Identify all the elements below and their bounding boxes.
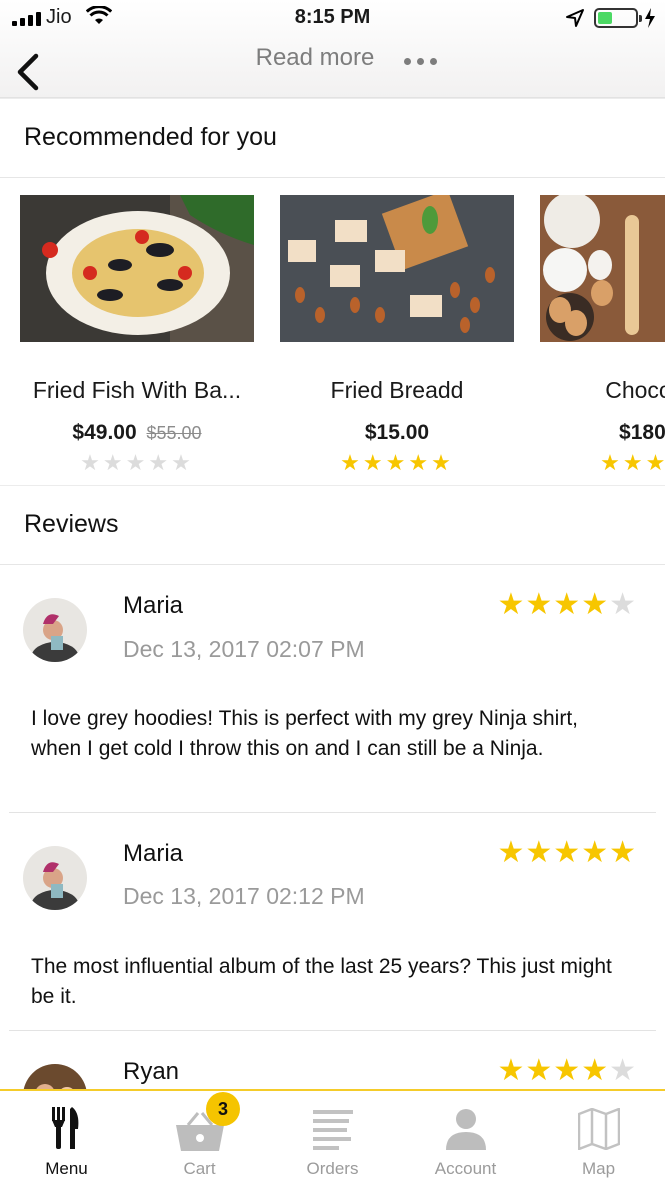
page-title: Read more xyxy=(255,44,375,71)
avatar xyxy=(23,598,87,662)
fork-knife-icon xyxy=(51,1107,78,1149)
review-rating: ★★★★★ xyxy=(497,835,637,870)
star-icon: ★ xyxy=(171,450,194,475)
star-icon: ★ xyxy=(385,450,409,475)
review-rating: ★★★★★ xyxy=(497,1053,637,1088)
reviews-header: Reviews xyxy=(0,485,665,565)
product-card[interactable]: Chocolate $180.00 ★★★★★ xyxy=(540,195,665,475)
avatar xyxy=(23,1064,87,1089)
product-card[interactable]: Fried Fish With Ba... $49.00 $55.00 ★★★★… xyxy=(20,195,254,475)
product-card[interactable]: Fried Breadd $15.00 ★★★★★ xyxy=(280,195,514,475)
star-icon: ★ xyxy=(609,588,637,621)
recommended-heading: Recommended for you xyxy=(24,123,277,151)
product-image-baking xyxy=(540,195,665,342)
tab-label: Account xyxy=(434,1159,497,1178)
star-icon: ★ xyxy=(553,836,582,869)
list-icon xyxy=(312,1110,353,1150)
map-icon xyxy=(577,1108,620,1150)
current-price: $49.00 xyxy=(72,421,137,444)
star-icon: ★ xyxy=(125,450,149,475)
star-icon: ★ xyxy=(497,588,526,621)
product-name: Fried Breadd xyxy=(330,377,464,403)
star-icon: ★ xyxy=(102,450,126,475)
review-rating: ★★★★★ xyxy=(497,587,637,622)
review-author: Ryan xyxy=(123,1058,180,1085)
tab-label: Orders xyxy=(306,1159,359,1178)
reviews-heading: Reviews xyxy=(24,510,119,538)
review-text: The most influential album of the last 2… xyxy=(31,955,612,1008)
star-icon: ★ xyxy=(600,450,623,475)
review-author: Maria xyxy=(123,592,184,619)
star-icon: ★ xyxy=(622,450,646,475)
battery-icon xyxy=(594,8,642,28)
review-author: Maria xyxy=(123,840,184,867)
review-item: Ryan ★★★★★ xyxy=(0,1031,665,1089)
current-price: $15.00 xyxy=(364,421,430,444)
star-icon: ★ xyxy=(553,588,582,621)
tab-map[interactable]: Map xyxy=(532,1091,665,1182)
status-bar: Jio 8:15 PM xyxy=(0,0,665,36)
star-icon: ★ xyxy=(340,450,363,475)
review-item: Maria Dec 13, 2017 02:12 PM ★★★★★ The mo… xyxy=(0,813,665,1030)
star-icon: ★ xyxy=(408,450,432,475)
review-date: Dec 13, 2017 02:07 PM xyxy=(123,636,365,662)
star-icon: ★ xyxy=(431,450,454,475)
star-icon: ★ xyxy=(581,588,610,621)
product-price: $49.00 $55.00 xyxy=(20,421,254,445)
star-icon: ★ xyxy=(497,1054,526,1087)
location-arrow-icon xyxy=(566,9,584,27)
old-price: $55.00 xyxy=(146,423,202,443)
star-icon: ★ xyxy=(581,1054,610,1087)
review-text: I love grey hoodies! This is perfect wit… xyxy=(31,707,578,760)
cart-badge: 3 xyxy=(206,1092,240,1126)
product-name: Fried Fish With Ba... xyxy=(32,377,242,403)
product-image-bread xyxy=(280,195,514,342)
tab-label: Map xyxy=(581,1159,616,1178)
product-rating: ★★★★★ xyxy=(20,450,254,476)
star-icon: ★ xyxy=(609,836,637,869)
ellipsis-icon xyxy=(404,58,411,65)
tab-orders[interactable]: Orders xyxy=(266,1091,399,1182)
review-date: Dec 13, 2017 02:12 PM xyxy=(123,883,365,909)
recommended-header: Recommended for you xyxy=(0,98,665,178)
star-icon: ★ xyxy=(525,1054,554,1087)
product-rating: ★★★★★ xyxy=(540,450,665,476)
tab-label: Menu xyxy=(45,1159,88,1178)
product-image-pasta xyxy=(20,195,254,342)
star-icon: ★ xyxy=(645,450,665,475)
star-icon: ★ xyxy=(581,836,610,869)
tab-bar: Menu Cart Orders Account Map xyxy=(0,1089,665,1182)
product-rating: ★★★★★ xyxy=(280,450,514,476)
tab-account[interactable]: Account xyxy=(399,1091,532,1182)
review-item: Maria Dec 13, 2017 02:07 PM ★★★★★ I love… xyxy=(0,565,665,813)
charging-bolt-icon xyxy=(645,8,655,28)
star-icon: ★ xyxy=(362,450,386,475)
more-options-button[interactable] xyxy=(400,54,441,69)
product-price: $180.00 xyxy=(540,421,665,445)
product-name: Chocolate xyxy=(605,377,665,403)
star-icon: ★ xyxy=(148,450,172,475)
top-bar: Jio 8:15 PM Read more xyxy=(0,0,665,98)
product-price: $15.00 xyxy=(280,421,514,445)
current-price: $180.00 xyxy=(619,421,665,444)
tab-cart[interactable]: Cart xyxy=(133,1091,266,1182)
star-icon: ★ xyxy=(525,836,554,869)
star-icon: ★ xyxy=(525,588,554,621)
star-icon: ★ xyxy=(80,450,103,475)
tab-menu[interactable]: Menu xyxy=(0,1091,133,1182)
star-icon: ★ xyxy=(553,1054,582,1087)
star-icon: ★ xyxy=(609,1054,637,1087)
star-icon: ★ xyxy=(497,836,526,869)
avatar xyxy=(23,846,87,910)
tab-label: Cart xyxy=(183,1159,216,1178)
user-icon xyxy=(445,1109,486,1150)
recommended-carousel[interactable]: Fried Fish With Ba... $49.00 $55.00 ★★★★… xyxy=(0,179,665,485)
